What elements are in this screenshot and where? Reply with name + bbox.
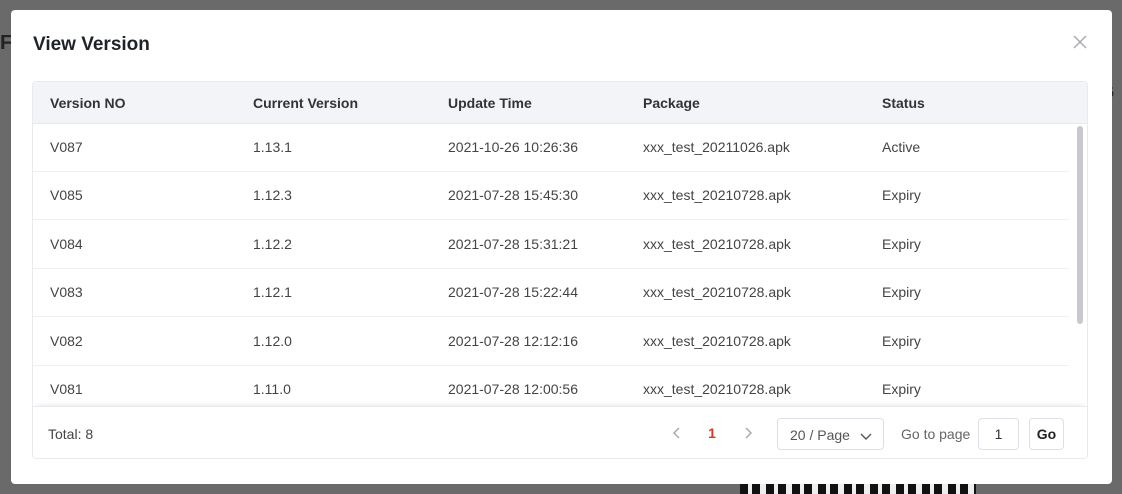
cell-package: xxx_test_20210728.apk (643, 381, 791, 397)
cell-package: xxx_test_20210728.apk (643, 187, 791, 203)
table-scrollbar[interactable] (1077, 126, 1083, 404)
version-table: Version NO Current Version Update Time P… (32, 81, 1088, 459)
cell-package: xxx_test_20211026.apk (643, 139, 790, 155)
cell-version-no: V085 (50, 187, 83, 203)
chevron-down-icon (860, 429, 872, 441)
column-header-current-version: Current Version (253, 95, 359, 111)
cell-current-version: 1.11.0 (253, 381, 291, 397)
cell-current-version: 1.13.1 (253, 139, 292, 155)
cell-package: xxx_test_20210728.apk (643, 284, 791, 300)
cell-update-time: 2021-07-28 15:31:21 (448, 236, 578, 252)
cell-status: Active (882, 139, 921, 155)
table-row: V084 1.12.2 2021-07-28 15:31:21 xxx_test… (33, 221, 1069, 269)
table-row: V085 1.12.3 2021-07-28 15:45:30 xxx_test… (33, 172, 1069, 220)
chevron-right-icon[interactable] (739, 423, 757, 443)
cell-version-no: V082 (50, 333, 83, 349)
table-row: V081 1.11.0 2021-07-28 12:00:56 xxx_test… (33, 366, 1069, 406)
cell-update-time: 2021-07-28 12:00:56 (448, 381, 578, 397)
cell-status: Expiry (882, 236, 921, 252)
cell-status: Expiry (882, 333, 921, 349)
cell-current-version: 1.12.1 (253, 284, 292, 300)
page-number-current[interactable]: 1 (705, 425, 719, 441)
background-qr-code (740, 484, 976, 494)
cell-current-version: 1.12.3 (253, 187, 292, 203)
table-row: V087 1.13.1 2021-10-26 10:26:36 xxx_test… (33, 124, 1069, 172)
go-button[interactable]: Go (1029, 418, 1064, 450)
cell-update-time: 2021-07-28 15:22:44 (448, 284, 578, 300)
column-header-version-no: Version NO (50, 95, 126, 111)
column-header-update-time: Update Time (448, 95, 532, 111)
cell-version-no: V087 (50, 139, 83, 155)
cell-current-version: 1.12.0 (253, 333, 292, 349)
cell-current-version: 1.12.2 (253, 236, 292, 252)
goto-page-label: Go to page (901, 426, 971, 442)
cell-status: Expiry (882, 381, 921, 397)
view-version-dialog: View Version Version NO Current Version … (11, 10, 1112, 484)
cell-version-no: V084 (50, 236, 83, 252)
cell-package: xxx_test_20210728.apk (643, 333, 791, 349)
table-body[interactable]: V087 1.13.1 2021-10-26 10:26:36 xxx_test… (33, 124, 1075, 406)
dialog-title: View Version (33, 34, 150, 55)
page-size-label: 20 / Page (790, 427, 850, 443)
cell-version-no: V081 (50, 381, 83, 397)
cell-package: xxx_test_20210728.apk (643, 236, 791, 252)
chevron-left-icon[interactable] (668, 423, 686, 443)
cell-version-no: V083 (50, 284, 83, 300)
table-row: V082 1.12.0 2021-07-28 12:12:16 xxx_test… (33, 318, 1069, 366)
goto-page-input[interactable] (978, 418, 1019, 450)
pagination-bar: Total: 8 1 20 / Page Go to page Go (33, 406, 1087, 458)
close-icon[interactable] (1070, 32, 1090, 52)
cell-status: Expiry (882, 187, 921, 203)
column-header-package: Package (643, 95, 700, 111)
page-size-select[interactable]: 20 / Page (777, 418, 884, 450)
table-row: V083 1.12.1 2021-07-28 15:22:44 xxx_test… (33, 269, 1069, 317)
scrollbar-thumb[interactable] (1077, 126, 1083, 324)
cell-status: Expiry (882, 284, 921, 300)
cell-update-time: 2021-07-28 12:12:16 (448, 333, 578, 349)
cell-update-time: 2021-07-28 15:45:30 (448, 187, 578, 203)
table-header: Version NO Current Version Update Time P… (33, 82, 1087, 124)
total-count: Total: 8 (48, 426, 94, 442)
column-header-status: Status (882, 95, 925, 111)
cell-update-time: 2021-10-26 10:26:36 (448, 139, 578, 155)
